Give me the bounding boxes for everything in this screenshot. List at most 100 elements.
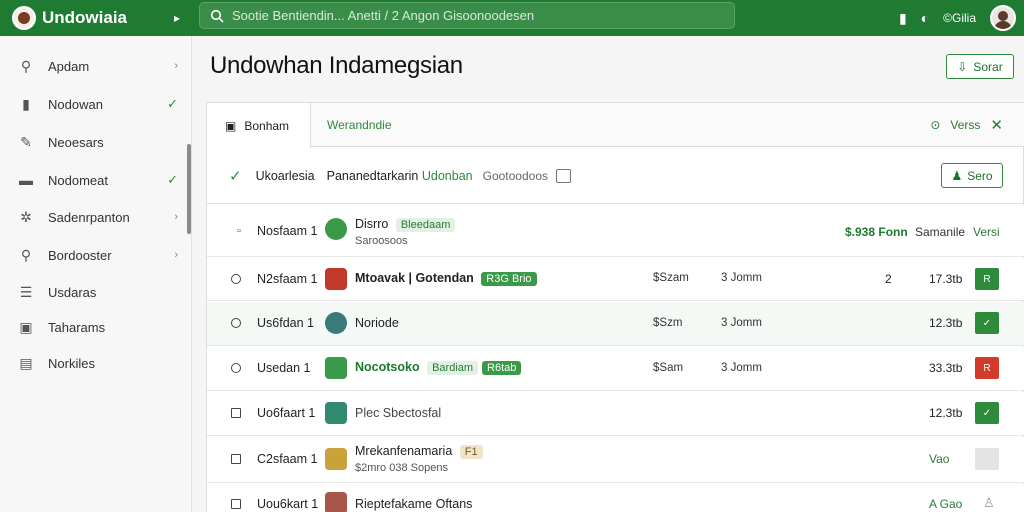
table-row[interactable]: Uo6faart 1 Plec Sbectosfal 12.3tb ✓ <box>207 392 1024 436</box>
chevron-right-icon: › <box>174 211 178 223</box>
row-action-button[interactable] <box>975 448 999 470</box>
notifications-icon[interactable]: ▮ <box>899 10 907 27</box>
sidebar-item-6[interactable]: ☰ Usdaras <box>0 277 192 307</box>
sidebar-item-2[interactable]: ✎ Neoesars <box>0 127 192 157</box>
thumbnail-icon <box>325 312 347 334</box>
checkbox[interactable] <box>231 454 241 464</box>
sidebar-item-label: Apdam <box>48 58 90 74</box>
sidebar-item-0[interactable]: ⚲ Apdam › <box>0 51 192 81</box>
sidebar-item-3[interactable]: ▬ Nodomeat ✓ <box>0 165 192 195</box>
gear-icon: ✲ <box>20 208 32 225</box>
sidebar: ⚲ Apdam › ▮ Nodowan ✓ ✎ Neoesars ▬ Nodom… <box>0 36 192 512</box>
table-row[interactable]: Usedan 1 Nocotsoko Bardiam R6tab $Sam 3 J… <box>207 347 1024 391</box>
filter-hint: Gootoodoos <box>482 168 548 183</box>
tab-second[interactable]: Werandndie <box>327 103 392 147</box>
brand-logo-icon <box>12 6 36 30</box>
table-row[interactable]: Us6fdan 1 Noriode $Szm 3 Jomm 12.3tb ✓ <box>207 302 1024 346</box>
column-header-b[interactable]: Versi <box>973 225 1000 239</box>
brand[interactable]: Undowiaia ▸ <box>0 6 190 30</box>
tab-active[interactable]: ▣ Bonham <box>207 103 311 148</box>
sidebar-item-label: Neoesars <box>48 134 104 150</box>
table-row[interactable]: C2sfaam 1 Mrekanfenamaria F1 $2mro 038 S… <box>207 437 1024 483</box>
checkbox[interactable] <box>231 408 241 418</box>
sidebar-item-5[interactable]: ⚲ Bordooster › <box>0 240 192 270</box>
search-input[interactable] <box>232 8 712 23</box>
download-icon: ⇩ <box>957 59 968 74</box>
primary-action-button[interactable]: ⇩ Sorar <box>946 54 1014 79</box>
radio-button[interactable] <box>231 363 241 373</box>
tag-badge-2: R6tab <box>482 361 522 375</box>
price: $.938 Fonn <box>845 225 908 239</box>
clock-icon[interactable]: ◐ <box>921 10 929 26</box>
sidebar-item-4[interactable]: ✲ Sadenrpanton › <box>0 202 192 232</box>
row-name: Uou6kart 1 <box>257 497 319 511</box>
row-title-text: Mrekanfenamaria <box>355 444 453 458</box>
table-row[interactable]: N2sfaam 1 Mtoavak | Gotendan R3G Brio $S… <box>207 258 1024 301</box>
sidebar-item-label: Nodowan <box>48 96 103 112</box>
bag-icon: ▮ <box>22 95 30 112</box>
cell-value: Vao <box>929 452 950 466</box>
top-bar: Undowiaia ▸ ▮ ◐ ©Gilia <box>0 0 1024 36</box>
pencil-icon: ✎ <box>20 133 32 150</box>
calendar-icon[interactable] <box>556 168 571 183</box>
thumbnail-icon <box>325 448 347 470</box>
table-header-row: ▫ Nosfaam 1 Disrro Bleedaam Saroosoos $.… <box>207 205 1024 257</box>
tag-badge: F1 <box>459 445 483 459</box>
sidebar-item-label: Bordooster <box>48 247 112 263</box>
row-action-button[interactable]: R <box>975 268 999 290</box>
cell-price: $Szam <box>653 272 689 284</box>
thumbnail-icon <box>325 402 347 424</box>
page-title: Undowhan Indamegsian <box>210 52 463 79</box>
top-actions: ▮ ◐ ©Gilia <box>899 0 1016 36</box>
thumbnail-icon <box>325 268 347 290</box>
content-panel: ▣ Bonham Werandndie ⊙ Verss ✕ ✓ Ukoarles… <box>206 102 1024 512</box>
search-bar[interactable] <box>199 2 735 29</box>
main-content: Undowhan Indamegsian ⇩ Sorar ▣ Bonham We… <box>196 36 1024 512</box>
tab-icon: ▣ <box>225 118 237 133</box>
user-name[interactable]: ©Gilia <box>943 11 976 25</box>
sidebar-item-label: Sadenrpanton <box>48 209 130 225</box>
image-icon: ▣ <box>19 318 33 335</box>
checkbox[interactable] <box>231 499 241 509</box>
row-title-text: Mtoavak | Gotendan <box>355 271 474 285</box>
sidebar-item-8[interactable]: ▤ Norkiles <box>0 348 192 378</box>
cell-duration: 3 Jomm <box>721 362 762 374</box>
row-title: Disrro Bleedaam <box>355 217 456 232</box>
column-header-a: Samanile <box>915 225 966 239</box>
sidebar-item-label: Taharams <box>48 319 106 335</box>
radio-button[interactable] <box>231 274 241 284</box>
cell-price: $Szm <box>653 317 683 329</box>
user-avatar[interactable] <box>990 5 1016 31</box>
tab-bar: ▣ Bonham Werandndie ⊙ Verss ✕ <box>207 103 1024 148</box>
person-icon[interactable]: ♙ <box>983 495 995 511</box>
sidebar-item-label: Nodomeat <box>48 172 108 188</box>
check-icon[interactable]: ✓ <box>229 167 242 185</box>
cell-count: 2 <box>885 272 892 286</box>
table-row[interactable]: Uou6kart 1 Rieptefakame Oftans A Gao ♙ <box>207 484 1024 512</box>
doc-icon: ▤ <box>19 354 33 371</box>
sidebar-item-7[interactable]: ▣ Taharams <box>0 312 192 342</box>
filter-label: Ukoarlesia <box>255 168 315 183</box>
filter-bar: ✓ Ukoarlesia Pananedtarkarin Udonban Goo… <box>207 148 1024 204</box>
cell-value: 12.3tb <box>929 316 963 330</box>
tag-badge: R3G Brio <box>481 272 537 286</box>
radio-button[interactable] <box>231 318 241 328</box>
tab-right-actions: ⊙ Verss ✕ <box>930 103 1003 147</box>
row-name: N2sfaam 1 <box>257 272 318 286</box>
close-icon[interactable]: ✕ <box>990 116 1003 134</box>
row-title: Mrekanfenamaria F1 <box>355 444 483 459</box>
chevron-right-icon[interactable]: ▸ <box>174 11 180 25</box>
lock-icon: ⊙ <box>930 118 941 132</box>
filter-button[interactable]: ♟ Sero <box>941 163 1003 188</box>
tab-right-label[interactable]: Verss <box>950 118 980 132</box>
row-title: Nocotsoko Bardiam R6tab <box>355 360 522 375</box>
list-icon: ☰ <box>19 283 33 300</box>
row-action-button[interactable]: ✓ <box>975 312 999 334</box>
row-action-button[interactable]: R <box>975 357 999 379</box>
user-icon: ♟ <box>951 168 963 183</box>
sidebar-item-1[interactable]: ▮ Nodowan ✓ <box>0 89 192 119</box>
row-name: Usedan 1 <box>257 361 311 375</box>
row-action-button[interactable]: ✓ <box>975 402 999 424</box>
sidebar-item-label: Norkiles <box>48 355 95 371</box>
cell-value: A Gao <box>929 497 963 511</box>
